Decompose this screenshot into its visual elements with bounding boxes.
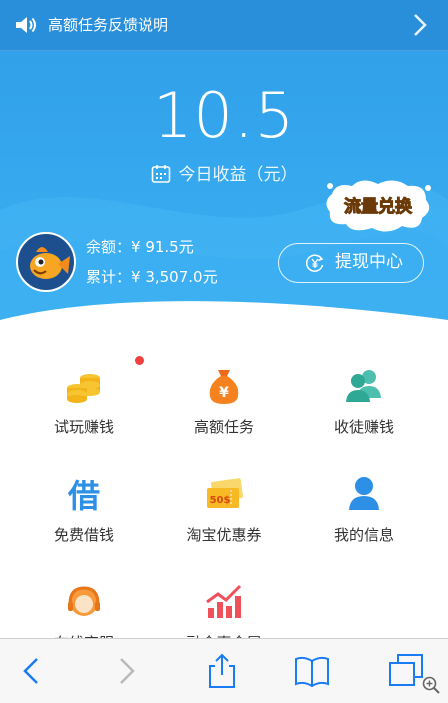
svg-text:借: 借 xyxy=(67,477,100,514)
menu-item-label: 收徒赚钱 xyxy=(333,418,394,436)
header-bottom-curve xyxy=(0,301,448,330)
menu-item-my-info[interactable]: 我的信息 xyxy=(294,448,434,548)
total-row: 累计：¥ 3,507.0元 xyxy=(86,266,218,288)
calendar-icon xyxy=(151,165,170,183)
fish-mascot-icon xyxy=(30,247,70,279)
menu-item-label: 试玩赚钱 xyxy=(53,418,114,436)
today-earnings-label: 今日收益（元） xyxy=(178,165,298,185)
chart-icon xyxy=(206,584,242,618)
balance-label: 余额： xyxy=(86,238,132,256)
share-icon xyxy=(209,653,235,688)
menu-item-label: 我的信息 xyxy=(333,526,394,544)
notice-bar[interactable]: 高额任务反馈说明 xyxy=(0,0,448,51)
menu-item-free-borrow[interactable]: 借 免费借钱 xyxy=(14,448,154,548)
menu-item-recruit-earn[interactable]: 收徒赚钱 xyxy=(294,340,434,440)
coupon-icon: 50$ xyxy=(207,478,243,508)
money-bag-icon: ¥ xyxy=(209,370,239,404)
speaker-icon xyxy=(16,17,36,33)
forward-button[interactable] xyxy=(108,653,144,689)
chevron-right-icon xyxy=(120,658,135,684)
new-badge-dot xyxy=(135,356,144,365)
svg-text:¥: ¥ xyxy=(219,385,229,401)
balance-row: 余额：¥ 91.5元 xyxy=(86,236,194,258)
chevron-right-icon xyxy=(414,14,427,36)
earnings-header: 高额任务反馈说明 10.5 今日收益（元） 流量兑换 余额：¥ 91.5元 累计… xyxy=(0,0,448,330)
menu-item-high-task[interactable]: ¥ 高额任务 xyxy=(154,340,294,440)
headset-icon xyxy=(68,586,100,616)
coins-icon xyxy=(67,374,100,403)
zoom-in-icon[interactable] xyxy=(422,676,440,694)
balance-value: ¥ 91.5元 xyxy=(131,238,194,256)
tabs-icon xyxy=(389,654,423,686)
yen-refresh-icon xyxy=(305,254,324,272)
total-label: 累计： xyxy=(86,268,132,286)
avatar[interactable] xyxy=(16,232,76,292)
menu-item-trial-earn[interactable]: 试玩赚钱 xyxy=(14,340,154,440)
notice-text: 高额任务反馈说明 xyxy=(48,16,169,34)
chevron-left-icon xyxy=(23,658,38,684)
browser-toolbar xyxy=(0,638,448,703)
borrow-icon: 借 xyxy=(67,477,100,514)
today-earnings-amount: 10.5 xyxy=(152,79,296,152)
back-button[interactable] xyxy=(14,653,50,689)
user-icon xyxy=(349,477,379,510)
menu-item-label: 淘宝优惠券 xyxy=(186,526,262,544)
withdraw-center-button[interactable]: 提现中心 xyxy=(278,243,424,283)
menu-item-label: 高额任务 xyxy=(193,418,254,436)
total-value: ¥ 3,507.0元 xyxy=(131,268,218,286)
share-button[interactable] xyxy=(204,653,240,689)
book-icon xyxy=(295,656,329,688)
traffic-exchange-badge[interactable]: 流量兑换 xyxy=(322,178,434,234)
users-icon xyxy=(346,370,381,402)
tabs-button[interactable] xyxy=(388,653,424,689)
menu-item-taobao-coupon[interactable]: 50$ 淘宝优惠券 xyxy=(154,448,294,548)
svg-text:流量兑换: 流量兑换 xyxy=(344,196,413,217)
svg-text:50$: 50$ xyxy=(210,495,231,506)
menu-item-label: 免费借钱 xyxy=(53,526,114,544)
bookmarks-button[interactable] xyxy=(294,653,330,689)
withdraw-center-label: 提现中心 xyxy=(335,252,403,272)
